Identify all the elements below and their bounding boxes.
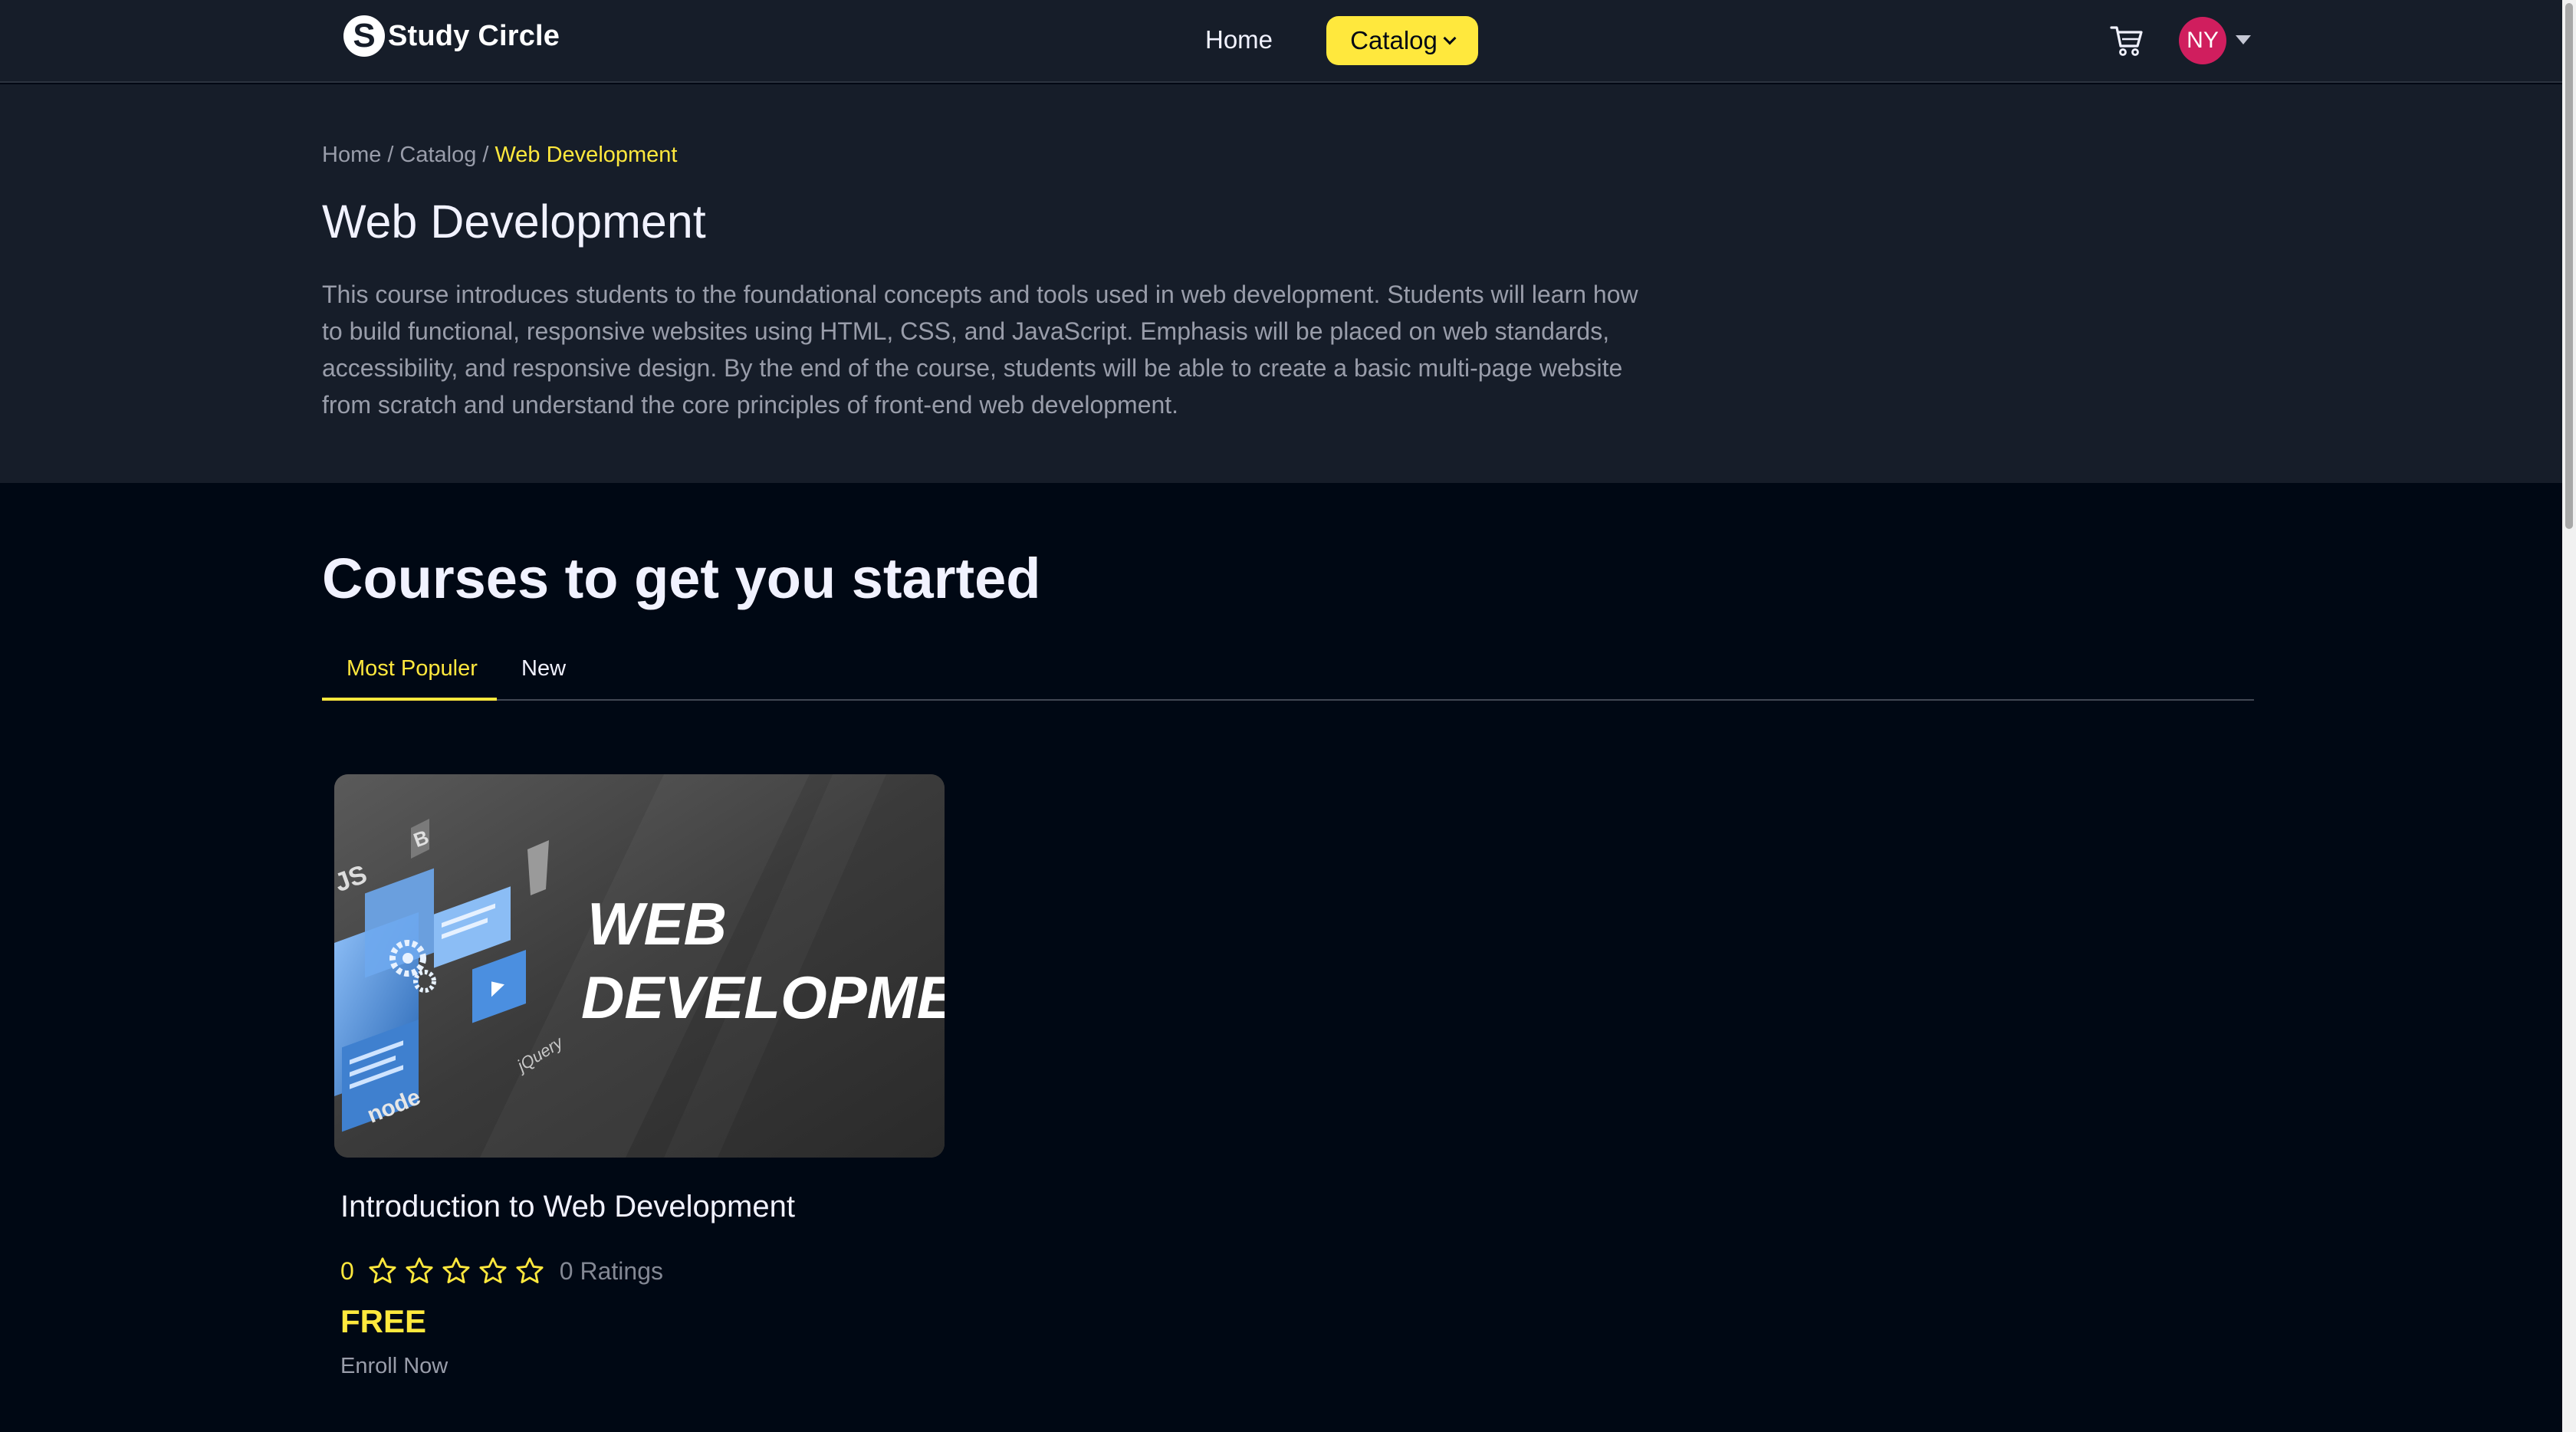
nav-home-link[interactable]: Home	[1205, 23, 1273, 57]
logo-mark-icon: S	[343, 15, 385, 57]
section-title: Courses to get you started	[322, 547, 1041, 610]
breadcrumb: Home / Catalog / Web Development	[322, 143, 678, 168]
caret-down-icon[interactable]	[2236, 35, 2251, 44]
scrollbar-thumb[interactable]	[2565, 3, 2573, 529]
ratings-count: 0 Ratings	[559, 1256, 663, 1285]
breadcrumb-separator: /	[482, 143, 489, 167]
breadcrumb-home[interactable]: Home	[322, 143, 381, 167]
page-title: Web Development	[322, 195, 706, 248]
nav-catalog-dropdown[interactable]: Catalog	[1326, 16, 1478, 65]
enroll-now-link[interactable]: Enroll Now	[340, 1354, 448, 1379]
tab-most-popular[interactable]: Most Populer	[347, 656, 478, 682]
breadcrumb-catalog[interactable]: Catalog	[399, 143, 476, 167]
breadcrumb-current: Web Development	[495, 143, 678, 167]
thumbnail-headline-line2: DEVELOPMENT	[581, 964, 945, 1031]
user-avatar[interactable]: NY	[2179, 17, 2226, 64]
star-rating	[368, 1256, 544, 1286]
cart-icon[interactable]	[2110, 25, 2144, 57]
chevron-down-icon	[1443, 31, 1457, 45]
brand-name: Study Circle	[388, 19, 560, 52]
rating-score: 0	[340, 1256, 354, 1285]
category-hero: Home / Catalog / Web Development Web Develop…	[0, 84, 2562, 483]
star-icon	[442, 1257, 470, 1283]
brand-logo[interactable]: S Study Circle	[343, 15, 560, 57]
nav-catalog-label: Catalog	[1350, 26, 1438, 54]
course-tabs: Most Populer New	[322, 642, 2254, 701]
star-icon	[406, 1257, 433, 1283]
course-rating: 0 0 Ratings	[340, 1254, 663, 1288]
course-title[interactable]: Introduction to Web Development	[340, 1190, 795, 1224]
course-thumbnail[interactable]: B JS jQuery node WEB DEVELOPMENT	[334, 774, 945, 1158]
star-icon	[369, 1257, 396, 1283]
course-price: FREE	[340, 1303, 427, 1339]
breadcrumb-separator: /	[387, 143, 394, 167]
top-navbar: S Study Circle Home Catalog NY	[0, 0, 2562, 83]
active-tab-indicator	[322, 698, 497, 701]
star-icon	[516, 1257, 544, 1283]
category-description: This course introduces students to the f…	[322, 281, 1638, 419]
tab-new[interactable]: New	[521, 656, 566, 682]
star-icon	[479, 1257, 507, 1283]
thumbnail-headline-line1: WEB	[587, 890, 727, 957]
